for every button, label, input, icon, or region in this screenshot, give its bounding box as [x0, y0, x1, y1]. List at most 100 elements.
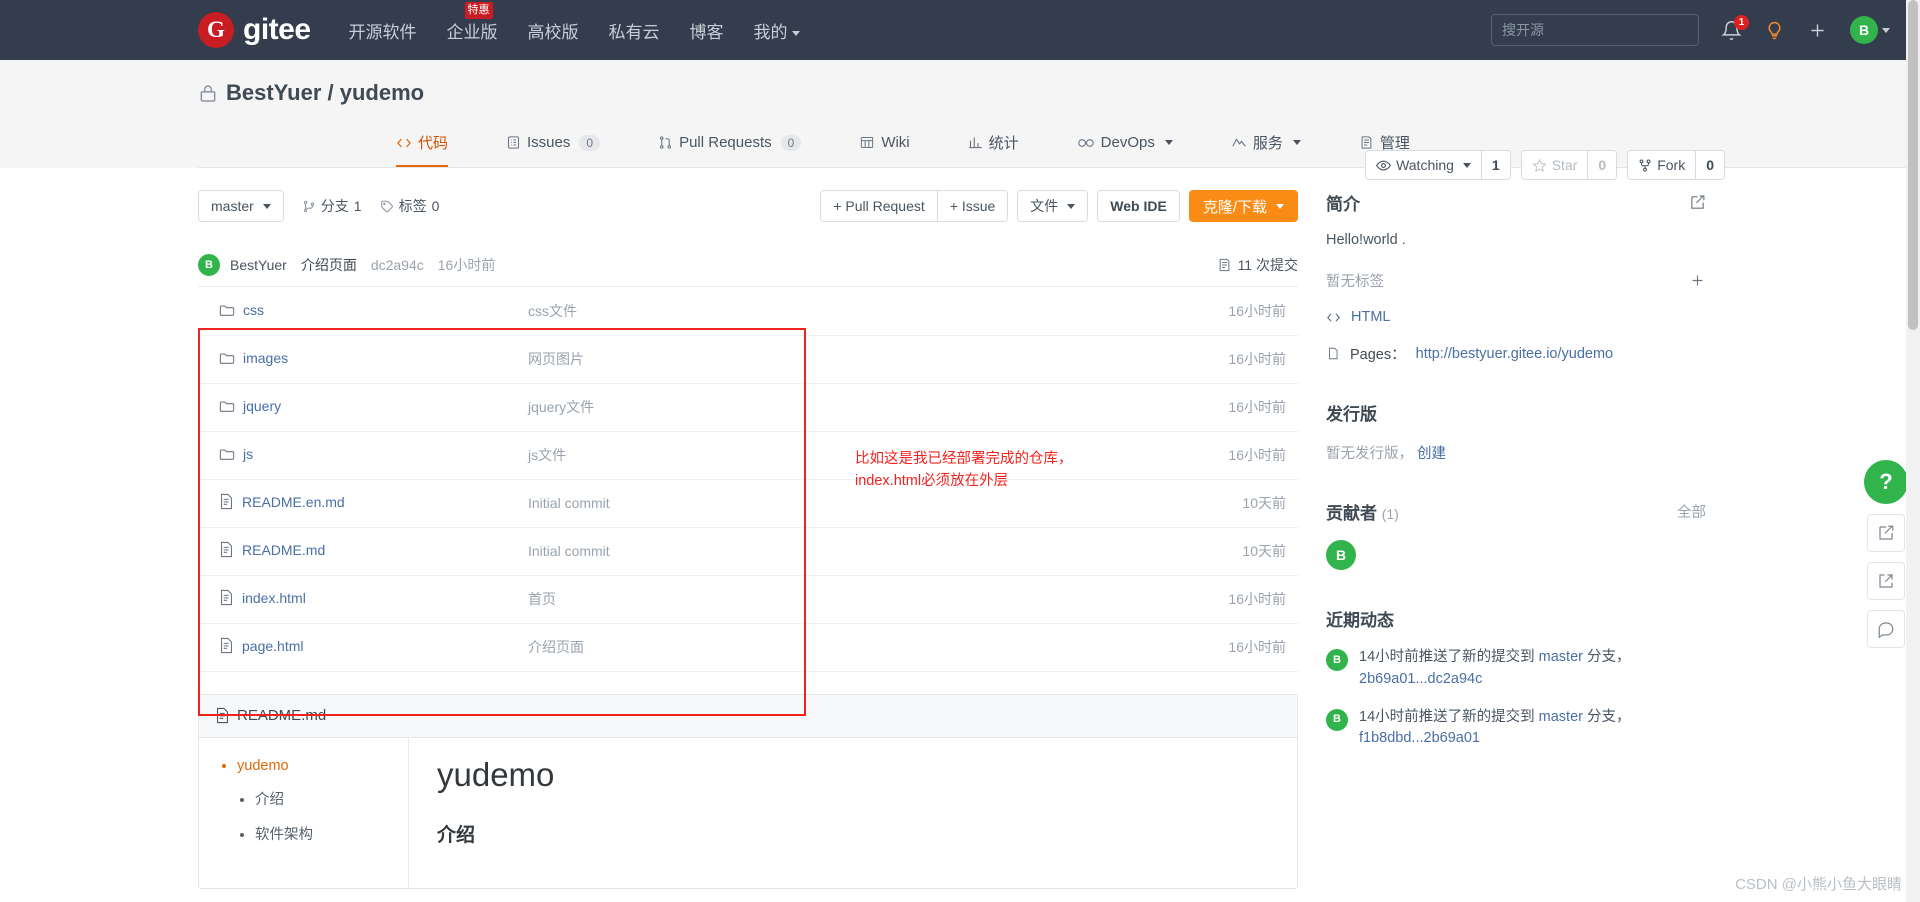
clone-label: 克隆/下载: [1202, 198, 1267, 216]
tab-count: 0: [579, 134, 601, 151]
tab-stats[interactable]: 统计: [968, 120, 1019, 167]
search-input[interactable]: [1491, 14, 1699, 46]
readme-heading-1: yudemo: [437, 755, 555, 793]
file-desc: css文件: [528, 302, 577, 319]
table-row[interactable]: README.en.md Initial commit 10天前: [198, 479, 1298, 527]
file-link[interactable]: jquery: [219, 398, 281, 414]
commit-sha[interactable]: dc2a94c: [371, 257, 424, 273]
nav-item-education[interactable]: 高校版: [528, 18, 579, 43]
ideas-button[interactable]: [1764, 19, 1785, 42]
commit-author[interactable]: BestYuer: [230, 257, 287, 273]
issue-icon: [507, 136, 520, 149]
contributors-all-link[interactable]: 全部: [1677, 501, 1706, 522]
clone-download-button[interactable]: 克隆/下载: [1188, 190, 1298, 222]
file-link[interactable]: README.md: [219, 541, 325, 558]
file-link[interactable]: images: [219, 350, 288, 366]
comment-button[interactable]: [1867, 610, 1905, 648]
new-pull-request-button[interactable]: + Pull Request: [820, 190, 938, 222]
activity-branch[interactable]: master: [1539, 709, 1583, 725]
toc-item-architecture[interactable]: 软件架构: [255, 823, 408, 844]
no-tags-text: 暂无标签: [1326, 274, 1384, 290]
file-link[interactable]: js: [219, 446, 253, 462]
file-time: 16小时前: [1228, 591, 1286, 607]
manage-icon: [1361, 136, 1372, 149]
web-ide-button[interactable]: Web IDE: [1097, 190, 1180, 222]
fork-button[interactable]: Fork 0: [1627, 150, 1725, 180]
release-empty-text: 暂无发行版，: [1326, 446, 1413, 462]
nav-item-mine[interactable]: 我的: [754, 18, 800, 43]
nav-item-blog[interactable]: 博客: [690, 18, 724, 43]
commit-message[interactable]: 介绍页面: [301, 255, 357, 275]
create-new-button[interactable]: [1807, 20, 1828, 41]
commit-count-link[interactable]: 11 次提交: [1217, 255, 1298, 275]
tab-wiki[interactable]: Wiki: [859, 120, 910, 167]
tags-link[interactable]: 标签 0: [380, 196, 440, 216]
file-desc: Initial commit: [528, 543, 610, 559]
table-row[interactable]: page.html 介绍页面 16小时前: [198, 623, 1298, 671]
watch-count: 1: [1480, 151, 1510, 179]
notifications-button[interactable]: 1: [1721, 14, 1749, 41]
file-link[interactable]: css: [219, 302, 264, 318]
activity-sha[interactable]: 2b69a01...dc2a94c: [1359, 671, 1482, 687]
nav-label: 开源软件: [348, 22, 417, 42]
contributors-title-wrap: 贡献者 (1): [1326, 499, 1399, 524]
file-link[interactable]: page.html: [219, 637, 303, 654]
branches-link[interactable]: 分支 1: [302, 196, 362, 216]
list-item: B 14小时前推送了新的提交到 master 分支， 2b69a01...dc2a…: [1326, 647, 1706, 691]
toc-item-yudemo[interactable]: yudemo: [237, 758, 408, 774]
tab-label: 服务: [1252, 135, 1283, 152]
toc-label: yudemo: [237, 757, 289, 774]
tab-issues[interactable]: Issues 0: [506, 120, 601, 167]
share-button[interactable]: [1867, 562, 1905, 600]
nav-item-opensource[interactable]: 开源软件: [349, 18, 417, 43]
tab-pull-requests[interactable]: Pull Requests 0: [658, 120, 802, 167]
table-row[interactable]: jquery jquery文件 16小时前: [198, 383, 1298, 431]
new-issue-button[interactable]: + Issue: [937, 190, 1009, 222]
toc-item-intro[interactable]: 介绍: [255, 788, 408, 809]
file-name-cell: README.md: [198, 527, 528, 575]
file-name-cell: css: [198, 287, 528, 335]
language-label[interactable]: HTML: [1351, 309, 1390, 325]
files-dropdown-button[interactable]: 文件: [1017, 190, 1089, 222]
file-link[interactable]: index.html: [219, 589, 306, 606]
file-name-cell: jquery: [198, 383, 528, 431]
tags-count: 0: [431, 198, 440, 214]
repo-actions: Watching 1 Star 0 Fork 0: [1365, 150, 1725, 180]
edit-intro-button[interactable]: [1689, 194, 1706, 211]
page-scrollbar[interactable]: [1906, 0, 1920, 902]
tab-devops[interactable]: DevOps: [1077, 120, 1173, 167]
tab-service[interactable]: 服务: [1231, 120, 1301, 167]
user-menu[interactable]: B: [1850, 16, 1890, 44]
branches-count: 1: [353, 198, 362, 214]
contributor-avatar[interactable]: B: [1326, 540, 1356, 570]
watch-button[interactable]: Watching 1: [1365, 150, 1511, 180]
repo-toolbar-actions: + Pull Request + Issue 文件 Web IDE 克隆/下载: [820, 190, 1298, 222]
scrollbar-thumb[interactable]: [1908, 0, 1918, 330]
commit-count-text: 11 次提交: [1237, 256, 1298, 273]
nav-item-privatecloud[interactable]: 私有云: [609, 18, 660, 43]
pages-url-link[interactable]: http://bestyuer.gitee.io/yudemo: [1416, 346, 1614, 362]
table-row[interactable]: images 网页图片 16小时前: [198, 335, 1298, 383]
feedback-button[interactable]: [1867, 514, 1905, 552]
history-icon: [1219, 258, 1229, 271]
branch-selector[interactable]: master: [198, 190, 284, 222]
create-release-link[interactable]: 创建: [1417, 446, 1446, 462]
tab-code[interactable]: 代码: [396, 120, 449, 167]
floating-action-rail: ?: [1864, 460, 1908, 648]
table-row[interactable]: README.md Initial commit 10天前: [198, 527, 1298, 575]
repo-full-name[interactable]: BestYuer / yudemo: [226, 80, 424, 106]
table-row[interactable]: index.html 首页 16小时前: [198, 575, 1298, 623]
nav-label: 博客: [689, 22, 724, 42]
table-row[interactable]: css css文件 16小时前: [198, 287, 1298, 335]
add-tag-button[interactable]: [1689, 272, 1706, 289]
help-button[interactable]: ?: [1864, 460, 1908, 504]
nav-item-enterprise[interactable]: 特惠 企业版: [447, 1, 498, 43]
file-link[interactable]: README.en.md: [219, 493, 345, 510]
star-button[interactable]: Star 0: [1520, 150, 1618, 180]
table-row[interactable]: js js文件 16小时前: [198, 431, 1298, 479]
tab-label: 代码: [418, 135, 449, 152]
gitee-logo[interactable]: G gitee: [198, 12, 311, 48]
activity-branch[interactable]: master: [1539, 649, 1583, 665]
list-item: B 14小时前推送了新的提交到 master 分支， f1b8dbd...2b69…: [1326, 707, 1706, 751]
activity-sha[interactable]: f1b8dbd...2b69a01: [1359, 730, 1480, 746]
